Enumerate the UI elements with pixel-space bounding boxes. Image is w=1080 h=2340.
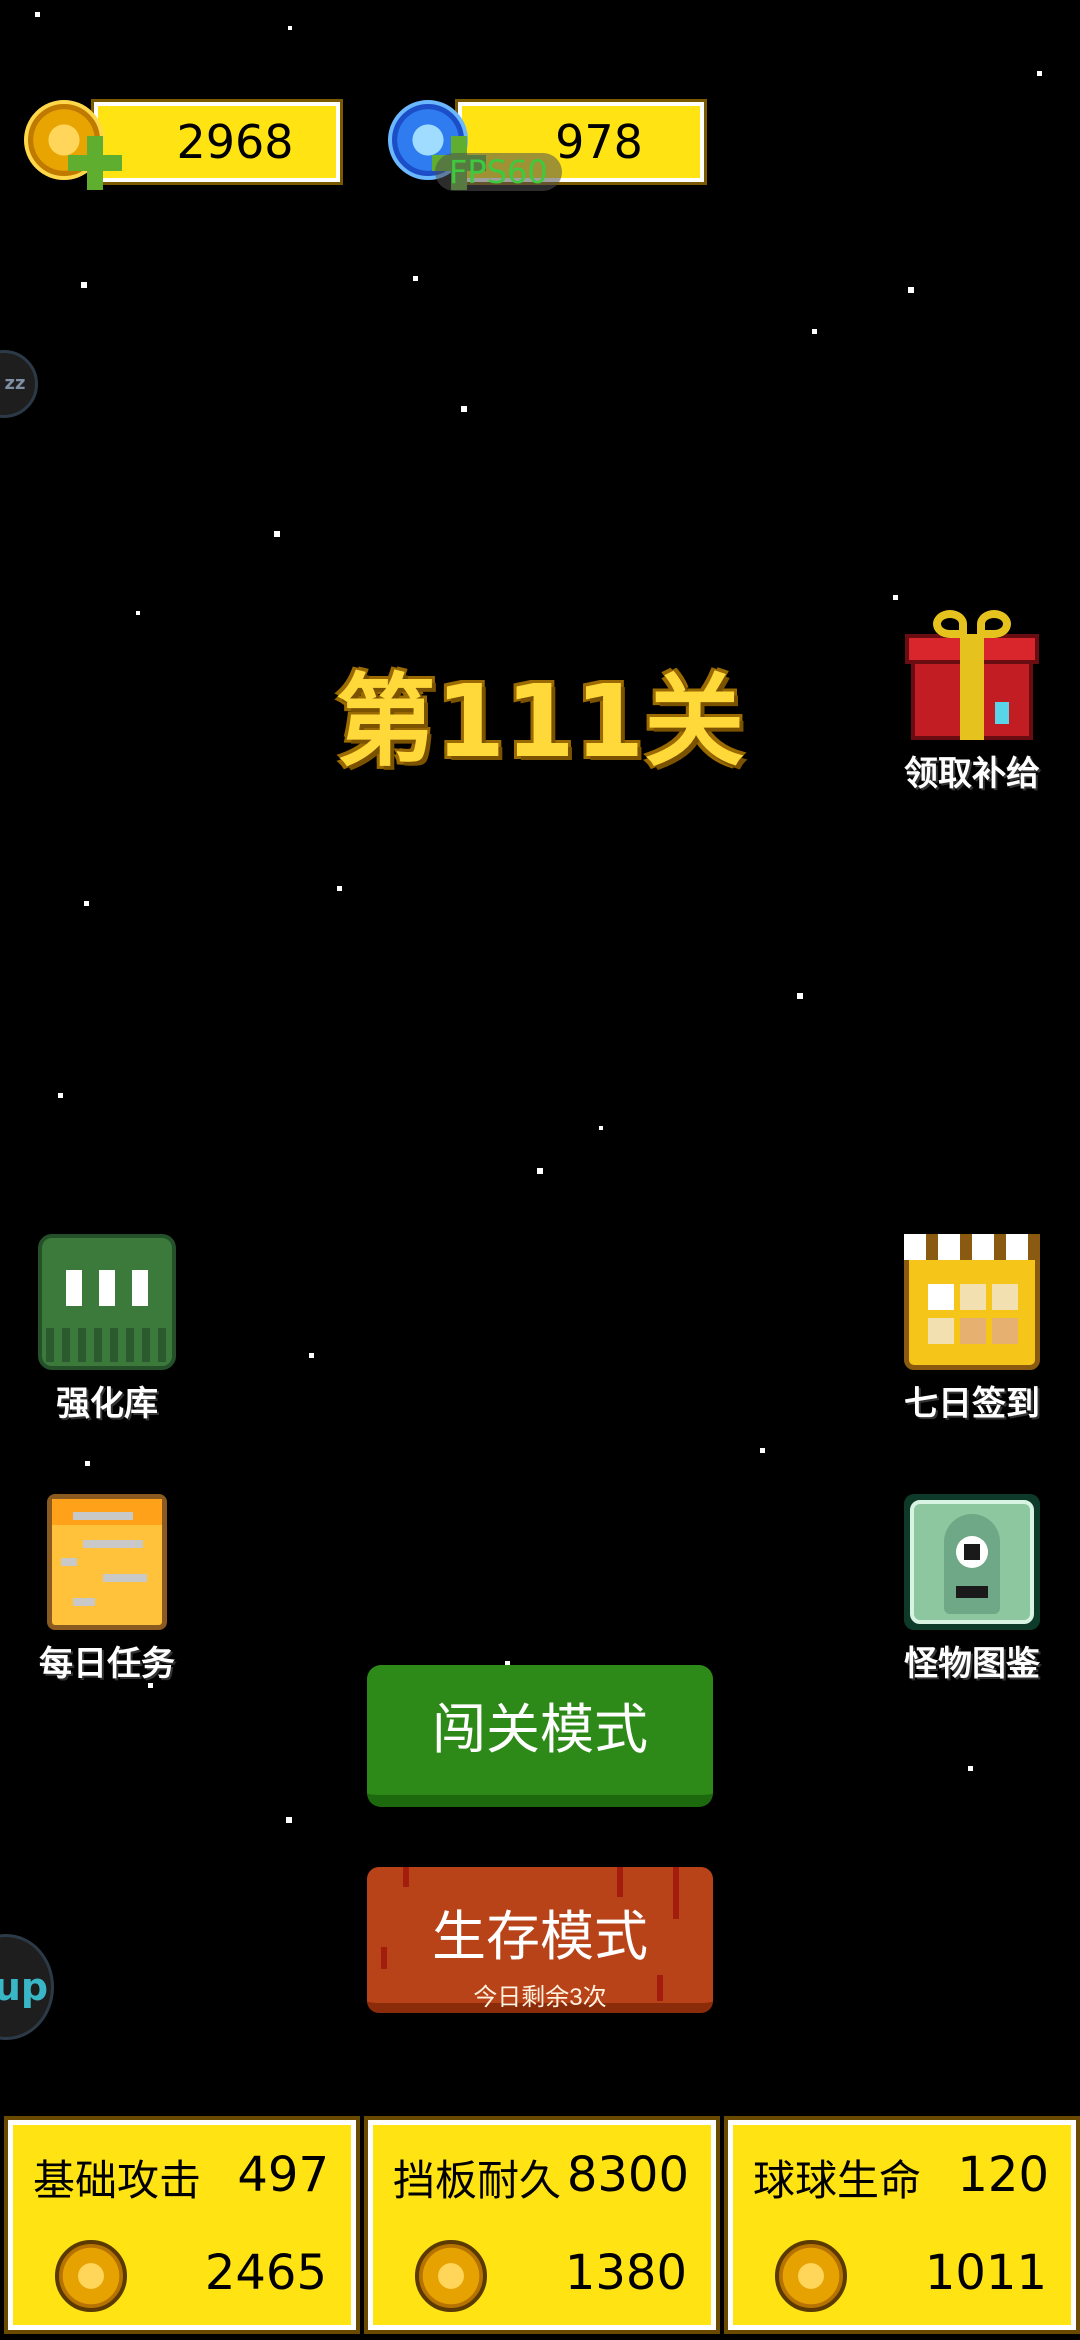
gift-box-icon [905, 606, 1039, 740]
upgrade-library-button[interactable]: 强化库 [12, 1234, 202, 1425]
upgrade-cost: 2465 [204, 2245, 327, 2301]
star [1037, 71, 1042, 76]
star [893, 595, 898, 600]
monster-codex-button[interactable]: 怪物图鉴 [877, 1494, 1067, 1685]
survival-mode-label: 生存模式 [432, 1907, 648, 1967]
challenge-mode-button[interactable]: 闯关模式 [367, 1665, 713, 1807]
upgrade-library-icon [38, 1234, 176, 1370]
floating-assist-button[interactable]: zz [0, 350, 38, 418]
star [286, 1817, 292, 1823]
claim-supply-button[interactable]: 领取补给 [877, 606, 1067, 795]
star [274, 531, 280, 537]
star [908, 287, 914, 293]
star [81, 282, 87, 288]
gold-coin-icon [775, 2240, 847, 2312]
drip-decoration [673, 1867, 679, 1919]
upgrade-cost: 1380 [564, 2245, 687, 2301]
star [797, 993, 803, 999]
drip-decoration [403, 1867, 409, 1887]
star [309, 1353, 314, 1358]
floating-assist-label: zz [4, 373, 26, 394]
base-attack-card: 基础攻击 497 2465 [4, 2116, 360, 2334]
paddle-durability-card: 挡板耐久 8300 1380 [364, 2116, 720, 2334]
monster-codex-icon [904, 1494, 1040, 1630]
stat-name: 球球生命 [753, 2156, 922, 2205]
stat-name: 基础攻击 [33, 2156, 202, 2205]
star [337, 886, 342, 891]
survival-mode-button[interactable]: 生存模式 今日剩余3次 [367, 1867, 713, 2013]
stat-value: 8300 [566, 2147, 689, 2203]
stat-name: 挡板耐久 [393, 2156, 562, 2205]
calendar-icon [904, 1234, 1040, 1370]
gold-currency[interactable]: 2968 [24, 99, 343, 190]
star [537, 1168, 543, 1174]
task-scroll-icon [47, 1494, 167, 1630]
fps-counter: FPS60 [435, 153, 562, 191]
stat-value: 497 [237, 2147, 329, 2203]
stat-value: 120 [957, 2147, 1049, 2203]
star [812, 329, 817, 334]
seven-day-checkin-button[interactable]: 七日签到 [877, 1234, 1067, 1425]
star [35, 12, 40, 17]
star [599, 1126, 603, 1130]
star [85, 1461, 90, 1466]
floating-up-label: up [0, 1965, 49, 2009]
star [461, 406, 467, 412]
daily-tasks-label: 每日任务 [39, 1644, 175, 1684]
claim-supply-label: 领取补给 [904, 754, 1040, 794]
ball-life-card: 球球生命 120 1011 [724, 2116, 1080, 2334]
star [288, 26, 292, 30]
drip-decoration [617, 1867, 623, 1897]
seven-day-checkin-label: 七日签到 [904, 1384, 1040, 1424]
monster-codex-label: 怪物图鉴 [904, 1644, 1040, 1684]
drip-decoration [657, 1975, 663, 2001]
daily-tasks-button[interactable]: 每日任务 [12, 1494, 202, 1685]
floating-up-button[interactable]: up [0, 1934, 54, 2040]
gold-amount: 2968 [91, 99, 343, 185]
drip-decoration [381, 1947, 387, 1969]
star [136, 611, 140, 615]
upgrade-library-label: 强化库 [56, 1384, 158, 1424]
star [84, 901, 89, 906]
star [760, 1448, 765, 1453]
gold-coin-icon [415, 2240, 487, 2312]
add-gold-plus-icon[interactable] [68, 136, 122, 190]
star [968, 1766, 973, 1771]
star [58, 1093, 63, 1098]
challenge-mode-label: 闯关模式 [432, 1700, 648, 1760]
upgrade-cost: 1011 [924, 2245, 1047, 2301]
gold-coin-icon [55, 2240, 127, 2312]
star [413, 276, 418, 281]
